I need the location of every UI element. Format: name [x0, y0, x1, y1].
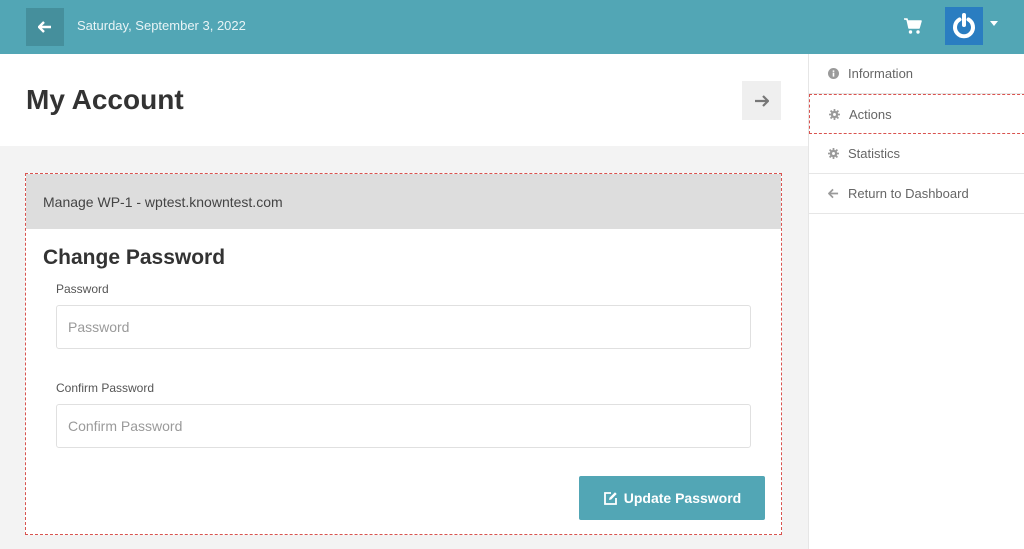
- sidebar-item-label: Statistics: [848, 146, 901, 161]
- card-header: Manage WP-1 - wptest.knowntest.com: [26, 174, 781, 229]
- sidebar-item-statistics[interactable]: Statistics: [809, 134, 1024, 174]
- title-band: My Account: [0, 54, 808, 146]
- cart-icon[interactable]: [903, 16, 923, 36]
- info-icon: [828, 68, 839, 79]
- confirm-password-label: Confirm Password: [56, 381, 155, 395]
- password-label: Password: [56, 282, 109, 296]
- sidebar: Information Actions Statistics Return to…: [808, 54, 1024, 549]
- password-input[interactable]: [56, 305, 751, 349]
- page-title: My Account: [26, 84, 184, 115]
- change-password-card: Manage WP-1 - wptest.knowntest.com Chang…: [25, 173, 782, 535]
- back-button[interactable]: [26, 8, 64, 46]
- power-icon: [953, 13, 975, 39]
- sidebar-item-actions[interactable]: Actions: [809, 94, 1024, 134]
- sidebar-item-information[interactable]: Information: [809, 54, 1024, 94]
- section-title: Change Password: [43, 246, 226, 269]
- sidebar-item-label: Return to Dashboard: [848, 186, 969, 201]
- confirm-password-input[interactable]: [56, 404, 751, 448]
- arrow-right-icon: [755, 94, 769, 107]
- avatar[interactable]: [945, 7, 983, 45]
- sidebar-item-label: Actions: [849, 106, 892, 122]
- update-password-button[interactable]: Update Password: [579, 476, 765, 520]
- forward-button[interactable]: [742, 81, 781, 120]
- gear-icon: [829, 108, 840, 120]
- gear-icon: [828, 148, 839, 159]
- chevron-down-icon[interactable]: [990, 21, 998, 26]
- top-bar: Saturday, September 3, 2022: [0, 0, 1024, 54]
- sidebar-item-label: Information: [848, 66, 914, 81]
- update-password-label: Update Password: [623, 490, 742, 506]
- header-date: Saturday, September 3, 2022: [77, 18, 246, 33]
- arrow-left-icon: [38, 21, 51, 33]
- arrow-left-icon: [828, 188, 839, 199]
- sidebar-item-return-to-dashboard[interactable]: Return to Dashboard: [809, 174, 1024, 214]
- edit-icon: [603, 491, 617, 505]
